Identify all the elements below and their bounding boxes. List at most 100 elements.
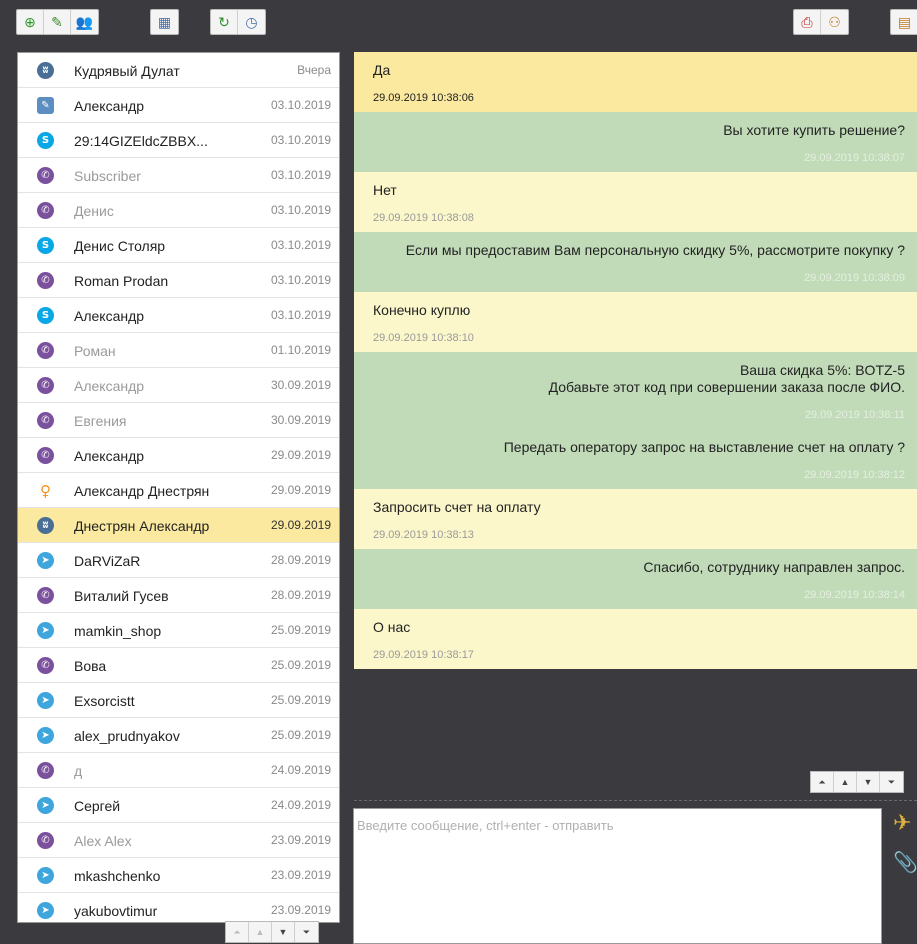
first-page-button[interactable]: ⏶ — [226, 922, 249, 942]
contact-name: Roman Prodan — [74, 273, 169, 289]
contact-date: 01.10.2019 — [270, 343, 331, 357]
edit-button[interactable]: ✎ — [44, 10, 71, 34]
contact-name: 29:14GIZEldcZBBX... — [74, 133, 208, 149]
message-timestamp: 29.09.2019 10:38:08 — [373, 212, 474, 224]
message-timestamp: 29.09.2019 10:38:07 — [804, 152, 905, 164]
report-button[interactable]: ▦ — [151, 10, 178, 34]
message-text: О нас — [373, 619, 411, 635]
contact-date: 30.09.2019 — [270, 413, 331, 427]
message-text: Конечно куплю — [373, 302, 471, 318]
contact-row[interactable]: ✆ Александр 30.09.2019 — [18, 368, 339, 403]
contact-date: Вчера — [297, 63, 331, 77]
chat-history[interactable]: Да 29.09.2019 10:38:06 Вы хотите купить ре… — [354, 52, 917, 770]
chat-pager: ⏶ ▲ ▼ ⏷ — [810, 771, 904, 793]
chat-next-button[interactable]: ▼ — [857, 772, 880, 792]
contact-date: 03.10.2019 — [270, 133, 331, 147]
viber-icon: ✆ — [37, 657, 54, 674]
contact-row[interactable]: ✆ Александр 29.09.2019 — [18, 438, 339, 473]
add-contact-button[interactable]: ⊕ — [17, 10, 44, 34]
report-icon: ▦ — [157, 13, 172, 30]
contact-name: Александр — [74, 448, 145, 464]
contact-list[interactable]: ʬ Кудрявый Дулат Вчера ✎ Александр 03.10.2019… — [17, 52, 340, 923]
contact-row[interactable]: ➤ mkashchenko 23.09.2019 — [18, 858, 339, 893]
contact-row[interactable]: ♀ Александр Днестрян 29.09.2019 — [18, 473, 339, 508]
contact-list-pager: ⏶ ▲ ▼ ⏷ — [225, 921, 319, 943]
contact-row[interactable]: ✆ Alex Alex 23.09.2019 — [18, 823, 339, 858]
contact-row[interactable]: ʬ Кудрявый Дулат Вчера — [18, 53, 339, 88]
contact-date: 24.09.2019 — [270, 798, 331, 812]
contact-row[interactable]: ✆ Евгения 30.09.2019 — [18, 403, 339, 438]
contact-row[interactable]: S 29:14GIZEldcZBBX... 03.10.2019 — [18, 123, 339, 158]
contact-row[interactable]: ✆ Вова 25.09.2019 — [18, 648, 339, 683]
attach-icon[interactable]: 📎 — [893, 850, 917, 875]
telegram-icon: ➤ — [37, 902, 54, 919]
contact-row[interactable]: ✆ Денис 03.10.2019 — [18, 193, 339, 228]
contact-row[interactable]: ✆ Виталий Гусев 28.09.2019 — [18, 578, 339, 613]
contact-row[interactable]: ʬ Днестрян Александр 29.09.2019 — [18, 508, 339, 543]
contact-row[interactable]: ➤ alex_prudnyakov 25.09.2019 — [18, 718, 339, 753]
chat-prev-button[interactable]: ▲ — [834, 772, 857, 792]
viber-icon: ✆ — [37, 272, 54, 289]
message-timestamp: 29.09.2019 10:38:14 — [804, 589, 905, 601]
refresh-icon: ↻ — [218, 13, 230, 30]
contact-row[interactable]: S Денис Столяр 03.10.2019 — [18, 228, 339, 263]
send-icon[interactable]: ✈ — [893, 810, 911, 836]
outgoing-message: Если мы предоставим Вам персональную ски… — [354, 232, 917, 292]
last-page-button[interactable]: ⏷ — [295, 922, 318, 942]
contact-date: 03.10.2019 — [270, 308, 331, 322]
message-text: Запросить счет на оплату — [373, 499, 541, 515]
contact-name: mamkin_shop — [74, 623, 162, 639]
contact-name: DaRViZaR — [74, 553, 141, 569]
contact-row[interactable]: ✆ Subscriber 03.10.2019 — [18, 158, 339, 193]
telegram-icon: ➤ — [37, 867, 54, 884]
clock-icon: ◷ — [245, 13, 258, 30]
message-timestamp: 29.09.2019 10:38:11 — [804, 409, 905, 421]
incoming-message: Конечно куплю 29.09.2019 10:38:10 — [354, 292, 917, 352]
contact-row[interactable]: ➤ Сергей 24.09.2019 — [18, 788, 339, 823]
skype-icon: S — [37, 237, 54, 254]
refresh-button[interactable]: ↻ — [211, 10, 238, 34]
contact-name: Вова — [74, 658, 107, 674]
print-button[interactable]: ⎙ — [794, 10, 821, 34]
contact-row[interactable]: ✆ д 24.09.2019 — [18, 753, 339, 788]
chart-button[interactable]: ▤ — [891, 10, 917, 34]
contact-row[interactable]: ✆ Роман 01.10.2019 — [18, 333, 339, 368]
contact-row[interactable]: S Александр 03.10.2019 — [18, 298, 339, 333]
contact-row[interactable]: ✎ Александр 03.10.2019 — [18, 88, 339, 123]
contact-name: Днестрян Александр — [74, 518, 210, 534]
contact-row[interactable]: ➤ mamkin_shop 25.09.2019 — [18, 613, 339, 648]
contact-name: Евгения — [74, 413, 127, 429]
toolbar: ⊕ ✎ 👥 ▦ ↻ ◷ ⎙ ⚇ ▤ — [0, 0, 917, 44]
message-text: Нет — [373, 182, 397, 198]
message-text: Спасибо, сотруднику направлен запрос. — [643, 559, 905, 575]
contact-row[interactable]: ➤ Exsorcistt 25.09.2019 — [18, 683, 339, 718]
vk-icon: ʬ — [37, 62, 54, 79]
message-timestamp: 29.09.2019 10:38:12 — [804, 469, 905, 481]
contact-date: 23.09.2019 — [270, 868, 331, 882]
transfer-button[interactable]: ⚇ — [821, 10, 848, 34]
toolbar-group-report: ▦ — [150, 9, 179, 35]
next-page-button[interactable]: ▼ — [272, 922, 295, 942]
message-timestamp: 29.09.2019 10:38:06 — [373, 92, 474, 104]
chat-last-button[interactable]: ⏷ — [880, 772, 903, 792]
contact-name: Виталий Гусев — [74, 588, 169, 604]
contact-name: yakubovtimur — [74, 903, 158, 919]
contact-date: 03.10.2019 — [270, 203, 331, 217]
pencil-icon: ✎ — [51, 13, 63, 30]
chat-first-button[interactable]: ⏶ — [811, 772, 834, 792]
contact-row[interactable]: ✆ Roman Prodan 03.10.2019 — [18, 263, 339, 298]
history-button[interactable]: ◷ — [238, 10, 265, 34]
contact-date: 28.09.2019 — [270, 588, 331, 602]
contact-row[interactable]: ➤ DaRViZaR 28.09.2019 — [18, 543, 339, 578]
users-button[interactable]: 👥 — [71, 10, 98, 34]
contact-date: 29.09.2019 — [270, 448, 331, 462]
prev-page-button[interactable]: ▲ — [249, 922, 272, 942]
message-input[interactable] — [353, 808, 882, 944]
splitter[interactable] — [354, 800, 917, 801]
contact-name: alex_prudnyakov — [74, 728, 180, 744]
viber-icon: ✆ — [37, 412, 54, 429]
incoming-message: Да 29.09.2019 10:38:06 — [354, 52, 917, 112]
contact-name: Денис — [74, 203, 114, 219]
contact-row[interactable]: ➤ yakubovtimur 23.09.2019 — [18, 893, 339, 922]
message-timestamp: 29.09.2019 10:38:09 — [804, 272, 905, 284]
